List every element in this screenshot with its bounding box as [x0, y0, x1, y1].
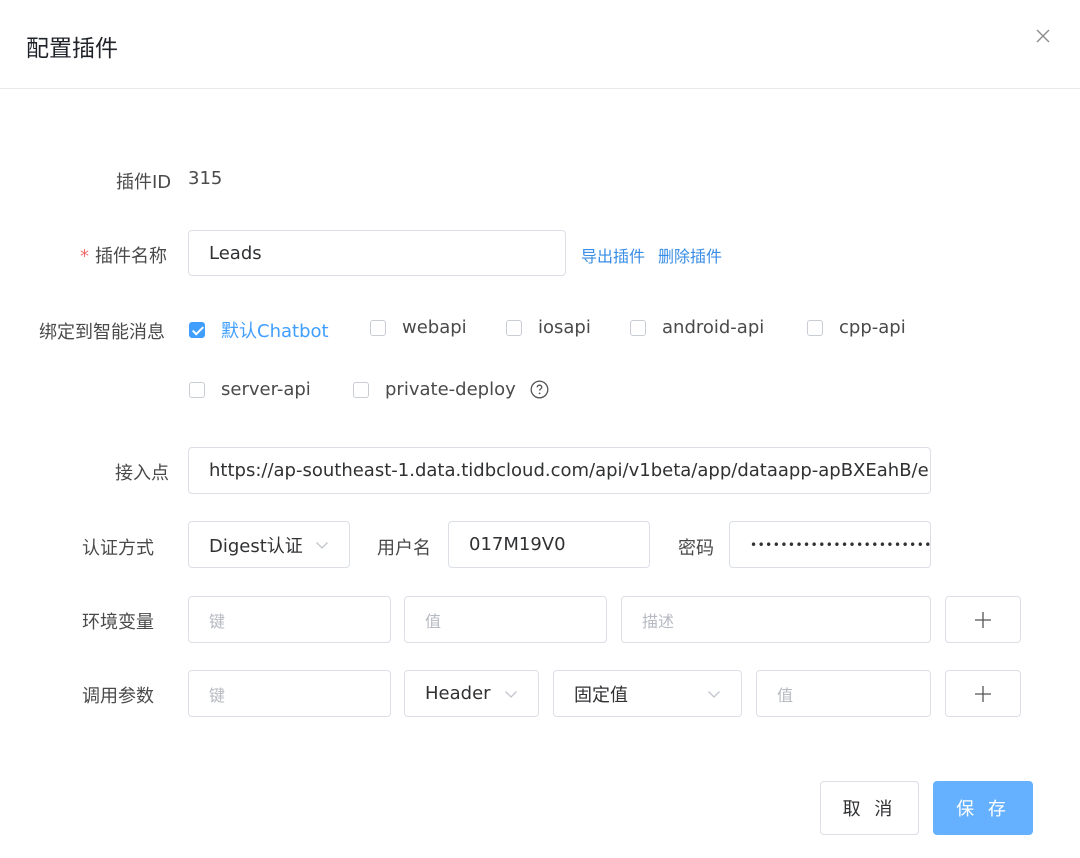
param-location-value: Header	[425, 683, 491, 704]
env-description-input[interactable]: 描述	[621, 596, 931, 643]
delete-plugin-link[interactable]: 删除插件	[658, 243, 722, 267]
dialog-header: 配置插件	[0, 0, 1080, 89]
dialog-title: 配置插件	[26, 36, 118, 62]
endpoint-input[interactable]: https://ap-southeast-1.data.tidbcloud.co…	[188, 447, 931, 494]
env-label: 环境变量	[82, 612, 154, 633]
cancel-button[interactable]: 取 消	[820, 781, 919, 835]
add-env-button[interactable]	[945, 596, 1021, 643]
chevron-down-icon	[505, 690, 517, 698]
checkbox-private-deploy[interactable]: private-deploy	[353, 379, 516, 400]
checkbox-box[interactable]	[189, 381, 205, 398]
param-key-input[interactable]: 键	[188, 670, 391, 717]
param-type-value: 固定值	[574, 684, 628, 706]
auth-method-select[interactable]: Digest认证	[188, 521, 350, 568]
checkbox-box[interactable]	[506, 319, 522, 336]
checkbox-default-chatbot[interactable]: 默认Chatbot	[189, 317, 329, 343]
password-input[interactable]: ••••••••••••••••••••••••	[729, 521, 931, 568]
required-asterisk: *	[80, 246, 89, 267]
param-value-input[interactable]: 值	[756, 670, 931, 717]
plus-icon	[975, 685, 991, 702]
env-key-input[interactable]: 键	[188, 596, 391, 643]
plugin-id-label: 插件ID	[116, 172, 172, 193]
plus-icon	[975, 611, 991, 628]
checkbox-box[interactable]	[370, 319, 386, 336]
checkbox-box[interactable]	[189, 322, 205, 338]
param-location-select[interactable]: Header	[404, 670, 539, 717]
checkbox-cpp-api[interactable]: cpp-api	[807, 317, 906, 338]
checkbox-webapi[interactable]: webapi	[370, 317, 467, 338]
plugin-id-value: 315	[188, 168, 223, 189]
endpoint-label: 接入点	[115, 463, 169, 484]
checkbox-android-api[interactable]: android-api	[630, 317, 764, 338]
param-type-select[interactable]: 固定值	[553, 670, 742, 717]
username-input[interactable]: 017M19V0	[448, 521, 650, 568]
export-plugin-link[interactable]: 导出插件	[581, 243, 645, 267]
help-circle-icon[interactable]	[530, 380, 549, 399]
checkbox-box[interactable]	[807, 319, 823, 336]
checkbox-server-api[interactable]: server-api	[189, 379, 311, 400]
chevron-down-icon	[316, 541, 328, 549]
env-value-input[interactable]: 值	[404, 596, 607, 643]
username-label: 用户名	[377, 538, 431, 559]
plugin-name-label: * 插件名称	[80, 246, 167, 267]
plugin-name-input[interactable]: Leads	[188, 230, 566, 276]
bind-label: 绑定到智能消息	[39, 322, 165, 343]
auth-method-value: Digest认证	[209, 535, 303, 557]
auth-label: 认证方式	[82, 538, 154, 559]
checkbox-iosapi[interactable]: iosapi	[506, 317, 591, 338]
checkbox-box[interactable]	[353, 381, 369, 398]
close-icon[interactable]	[1032, 25, 1054, 47]
add-param-button[interactable]	[945, 670, 1021, 717]
checkbox-box[interactable]	[630, 319, 646, 336]
params-label: 调用参数	[82, 686, 154, 707]
save-button[interactable]: 保 存	[933, 781, 1033, 835]
chevron-down-icon	[708, 690, 720, 698]
password-label: 密码	[678, 538, 714, 559]
